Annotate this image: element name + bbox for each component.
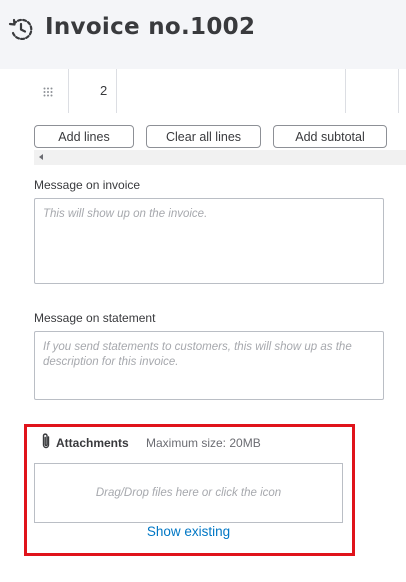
line-number: 2 [100,83,108,98]
column-divider [68,69,69,113]
attachments-label: Attachments [56,436,129,450]
add-subtotal-button[interactable]: Add subtotal [273,125,387,148]
horizontal-scrollbar[interactable] [34,150,406,165]
page-header: Invoice no.1002 [0,0,406,69]
column-divider [398,69,399,113]
message-invoice-label: Message on invoice [34,178,141,192]
page-title: Invoice no.1002 [45,14,256,40]
show-existing-link[interactable]: Show existing [0,524,377,539]
message-statement-label: Message on statement [34,311,156,325]
message-invoice-field[interactable]: This will show up on the invoice. [34,198,384,284]
drag-handle-icon[interactable] [43,87,53,97]
clear-all-lines-button[interactable]: Clear all lines [146,125,261,148]
column-divider [116,69,117,113]
history-icon[interactable] [8,16,34,42]
line-item-row: 2 [0,69,406,113]
message-statement-field[interactable]: If you send statements to customers, thi… [34,331,384,400]
add-lines-button[interactable]: Add lines [34,125,134,148]
max-size-text: Maximum size: 20MB [146,436,261,450]
paperclip-icon[interactable] [40,432,52,450]
attachment-dropzone[interactable]: Drag/Drop files here or click the icon [34,463,343,523]
scroll-left-icon[interactable] [39,154,43,160]
column-divider [345,69,346,113]
dropzone-text: Drag/Drop files here or click the icon [95,487,282,499]
